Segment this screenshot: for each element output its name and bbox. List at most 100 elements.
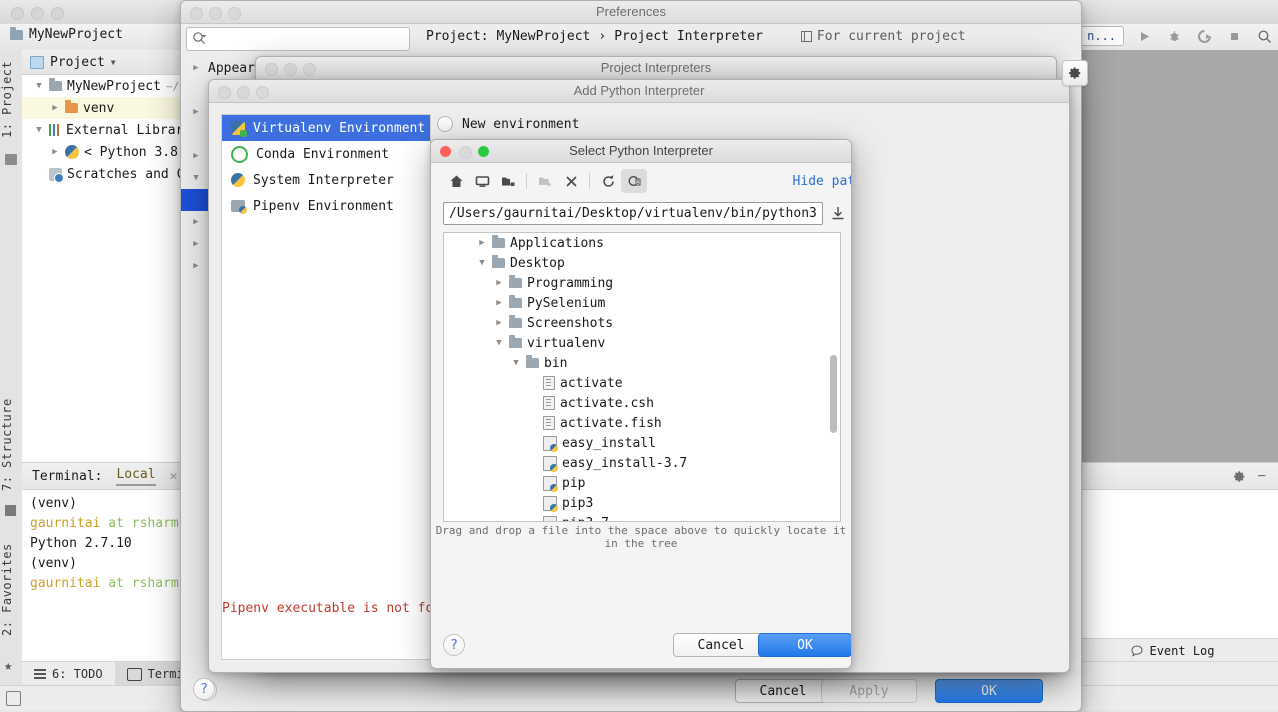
file-icon — [543, 376, 555, 390]
new-environment-radio-row[interactable]: New environment — [437, 116, 579, 132]
run-configuration-selector[interactable]: n... — [1079, 26, 1124, 46]
ide-close-button[interactable] — [11, 7, 24, 20]
file-tree-row[interactable]: ▶ Applications — [444, 233, 840, 253]
debug-icon[interactable] — [1164, 26, 1184, 46]
chevron-right-icon[interactable]: ▶ — [494, 278, 504, 288]
apply-button[interactable]: Apply — [821, 679, 917, 703]
sidebar-item-project[interactable]: 1: Project — [0, 54, 22, 144]
run-icon[interactable] — [1134, 26, 1154, 46]
file-tree-row[interactable]: easy_install-3.7 — [444, 453, 840, 473]
sidebar-item-structure[interactable]: 7: Structure — [0, 390, 22, 500]
chevron-down-icon[interactable]: ▼ — [477, 258, 487, 268]
sidebar-item-favorites-label: 2: Favorites — [0, 543, 14, 637]
chevron-right-icon[interactable]: ▶ — [191, 239, 201, 249]
toggle-tool-windows-icon[interactable] — [6, 691, 21, 706]
chevron-down-icon[interactable]: ▼ — [34, 125, 44, 135]
project-breadcrumb[interactable]: MyNewProject — [10, 26, 123, 42]
file-tree-row[interactable]: ▼ bin — [444, 353, 840, 373]
file-tree-scrollbar[interactable] — [830, 355, 837, 433]
ide-zoom-button[interactable] — [51, 7, 64, 20]
close-icon[interactable]: ✕ — [170, 469, 178, 484]
python-file-icon — [543, 495, 558, 512]
file-tree-row[interactable]: ▶ PySelenium — [444, 293, 840, 313]
search-input[interactable] — [186, 27, 410, 51]
file-tree-row[interactable]: activate.csh — [444, 393, 840, 413]
file-tree-row[interactable]: ▼ Desktop — [444, 253, 840, 273]
download-arrow-icon[interactable] — [831, 206, 845, 220]
chevron-right-icon[interactable]: ▶ — [191, 63, 201, 73]
select-interpreter-ok-button[interactable]: OK — [758, 633, 851, 657]
coverage-icon[interactable] — [1194, 26, 1214, 46]
virtualenv-icon — [231, 121, 247, 137]
breadcrumb-project[interactable]: Project: MyNewProject — [426, 29, 590, 44]
minimize-icon[interactable]: − — [1258, 468, 1266, 484]
interpreter-settings-gear-button[interactable] — [1062, 60, 1088, 86]
path-input[interactable]: /Users/gaurnitai/Desktop/virtualenv/bin/… — [443, 201, 823, 225]
folder-icon — [509, 315, 522, 328]
desktop-icon[interactable] — [469, 169, 495, 193]
toolbar-separator — [589, 173, 590, 189]
chevron-down-icon[interactable]: ▼ — [34, 81, 44, 91]
terminal-icon — [126, 667, 142, 681]
chevron-right-icon[interactable]: ▶ — [191, 217, 201, 227]
project-folder-icon[interactable] — [495, 169, 521, 193]
file-tree-row[interactable]: ▼ virtualenv — [444, 333, 840, 353]
environment-type-item[interactable]: Pipenv Environment — [222, 193, 430, 219]
show-hidden-files-icon[interactable] — [621, 169, 647, 193]
file-tree-row[interactable]: pip3 — [444, 493, 840, 513]
file-tree-row[interactable]: pip — [444, 473, 840, 493]
ok-button[interactable]: OK — [935, 679, 1043, 703]
chevron-right-icon[interactable]: ▶ — [191, 261, 201, 271]
file-tree-row[interactable]: ▶ Programming — [444, 273, 840, 293]
stop-icon[interactable] — [1224, 26, 1244, 46]
select-interpreter-cancel-button[interactable]: Cancel — [673, 633, 769, 657]
add-interpreter-help-button[interactable]: ? — [193, 678, 215, 700]
gear-icon[interactable] — [1233, 470, 1246, 483]
delete-icon[interactable] — [558, 169, 584, 193]
environment-type-item[interactable]: System Interpreter — [222, 167, 430, 193]
file-tree-row-label: virtualenv — [527, 335, 606, 351]
ide-minimize-button[interactable] — [31, 7, 44, 20]
refresh-icon[interactable] — [595, 169, 621, 193]
chevron-down-icon[interactable]: ▼ — [111, 58, 116, 67]
file-tree-row[interactable]: ▶ Screenshots — [444, 313, 840, 333]
hide-path-link[interactable]: Hide path — [793, 174, 851, 189]
environment-type-list[interactable]: Virtualenv Environment Conda Environment S… — [221, 114, 431, 660]
search-icon[interactable] — [1254, 26, 1274, 46]
chevron-right-icon[interactable]: ▶ — [477, 238, 487, 248]
chevron-down-icon[interactable]: ▼ — [494, 338, 504, 348]
file-tree-row-label: activate.fish — [560, 415, 662, 431]
project-name-label: MyNewProject — [29, 27, 123, 42]
chevron-right-icon[interactable]: ▶ — [50, 147, 60, 157]
chevron-right-icon[interactable]: ▶ — [191, 107, 201, 117]
sidebar-item-favorites[interactable]: 2: Favorites — [0, 530, 22, 650]
radio-icon[interactable] — [437, 116, 453, 132]
chevron-right-icon[interactable]: ▶ — [50, 103, 60, 113]
file-tree-row[interactable]: pip3.7 — [444, 513, 840, 521]
file-browser-tree[interactable]: ▶ Applications ▼ Desktop ▶ Programming ▶ PySele… — [443, 232, 841, 522]
chevron-right-icon[interactable]: ▶ — [494, 298, 504, 308]
scope-label: For current project — [816, 29, 966, 44]
chevron-down-icon[interactable]: ▼ — [191, 173, 201, 183]
pipenv-error-text: Pipenv executable is not foun — [222, 601, 449, 616]
chevron-right-icon[interactable]: ▶ — [191, 151, 201, 161]
home-icon[interactable] — [443, 169, 469, 193]
chevron-down-icon[interactable]: ▼ — [511, 358, 521, 368]
environment-type-item[interactable]: Conda Environment — [222, 141, 430, 167]
file-tree-row[interactable]: easy_install — [444, 433, 840, 453]
file-tree-rows[interactable]: ▶ Applications ▼ Desktop ▶ Programming ▶ PySele… — [444, 233, 840, 521]
chevron-right-icon[interactable]: ▶ — [494, 318, 504, 328]
event-log-footer[interactable]: Event Log — [1068, 638, 1278, 663]
bottom-tab[interactable]: 6: TODO — [22, 662, 115, 686]
add-interpreter-titlebar: Add Python Interpreter — [209, 80, 1069, 103]
environment-type-item[interactable]: Virtualenv Environment — [222, 115, 430, 141]
event-log-label: Event Log — [1149, 644, 1215, 658]
path-input-value: /Users/gaurnitai/Desktop/virtualenv/bin/… — [449, 205, 817, 221]
file-tree-row[interactable]: activate.fish — [444, 413, 840, 433]
select-interpreter-help-button[interactable]: ? — [443, 634, 465, 656]
run-configuration-label: n... — [1087, 29, 1116, 43]
cancel-button[interactable]: Cancel — [735, 679, 831, 703]
folder-icon — [10, 26, 23, 40]
file-tree-row[interactable]: activate — [444, 373, 840, 393]
terminal-tab-local[interactable]: Local — [116, 467, 156, 486]
